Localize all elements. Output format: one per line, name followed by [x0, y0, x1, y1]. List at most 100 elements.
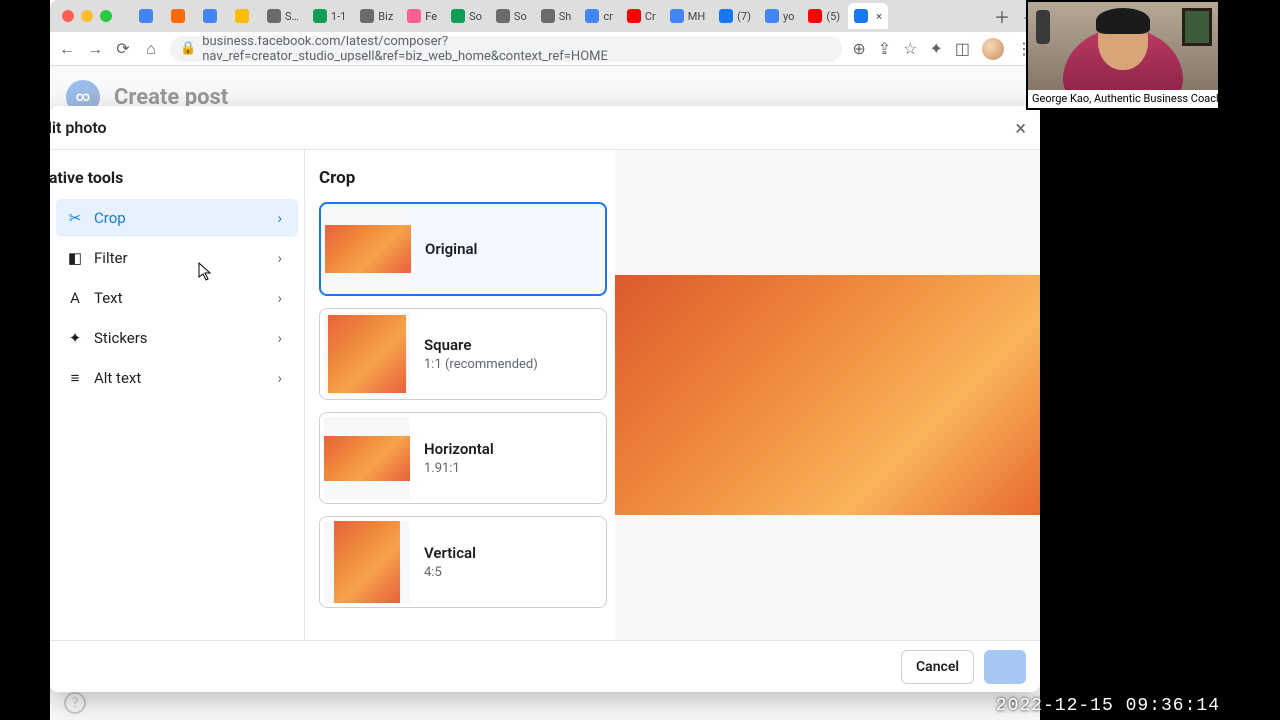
browser-tab[interactable]: [229, 3, 259, 29]
crop-option-name: Original: [425, 240, 477, 258]
tool-filter[interactable]: ◧Filter›: [56, 239, 298, 277]
crop-option-name: Square: [424, 336, 538, 354]
tool-text[interactable]: A Text ›: [56, 279, 298, 317]
tool-crop[interactable]: ✂ Crop ›: [56, 199, 298, 237]
tab-label: Sh: [559, 10, 572, 23]
tab-label: yo: [783, 10, 794, 23]
crop-option-ratio: 4:5: [424, 565, 476, 580]
filter-icon: ◧: [66, 249, 84, 267]
stickers-icon: ✦: [66, 329, 84, 347]
zoom-icon[interactable]: ⊕: [852, 39, 865, 58]
tool-label: Filter: [94, 249, 128, 267]
creative-tools-heading: Creative tools: [50, 168, 304, 197]
tab-label: (7): [737, 10, 751, 23]
favicon-icon: [407, 9, 421, 23]
new-tab-button[interactable]: ＋: [991, 4, 1013, 28]
nav-reload-button[interactable]: ⟳: [114, 40, 132, 58]
favicon-icon: [139, 9, 153, 23]
tool-stickers[interactable]: ✦Stickers›: [56, 319, 298, 357]
browser-tab[interactable]: [165, 3, 195, 29]
favicon-icon: [627, 9, 641, 23]
favicon-icon: [496, 9, 510, 23]
tab-label: 1-1: [331, 10, 346, 23]
window-minimize-dot[interactable]: [81, 10, 93, 22]
browser-tab[interactable]: (7): [713, 3, 757, 29]
favicon-icon: [670, 9, 684, 23]
crop-panel: Crop Original Square1:1 (recommended) Hori…: [305, 150, 1040, 640]
favicon-icon: [171, 9, 185, 23]
browser-tab[interactable]: Biz: [354, 3, 399, 29]
lock-icon: 🔒: [180, 41, 196, 56]
browser-tab[interactable]: Cr: [621, 3, 662, 29]
crop-title: Crop: [319, 168, 607, 188]
browser-tab[interactable]: So: [490, 3, 533, 29]
crop-option-horizontal[interactable]: Horizontal1.91:1: [319, 412, 607, 504]
browser-tab[interactable]: Fe: [401, 3, 443, 29]
tool-label: Text: [94, 289, 123, 307]
browser-tab[interactable]: Sh: [535, 3, 578, 29]
crop-option-square[interactable]: Square1:1 (recommended): [319, 308, 607, 400]
browser-window: S…1-1BizFeSoSoShcrCrMH(7)yo(5)× ＋ ⌄ ← → …: [50, 0, 1040, 720]
crop-preview: [615, 150, 1040, 640]
webcam-caption: George Kao, Authentic Business Coach: [1028, 90, 1218, 108]
browser-tab[interactable]: yo: [759, 3, 800, 29]
browser-tab[interactable]: 1-1: [307, 3, 352, 29]
favicon-icon: [808, 9, 822, 23]
favicon-icon: [360, 9, 374, 23]
modal-close-button[interactable]: ×: [1015, 116, 1026, 140]
nav-forward-button[interactable]: →: [86, 40, 104, 58]
tab-label: (5): [826, 10, 840, 23]
nav-home-button[interactable]: ⌂: [142, 40, 160, 58]
browser-tab[interactable]: So: [445, 3, 488, 29]
favicon-icon: [267, 9, 281, 23]
window-close-dot[interactable]: [62, 10, 74, 22]
crop-thumb: [325, 208, 411, 290]
fb-page: ∞ Create post ? Edit photo × Creative to…: [50, 66, 1040, 720]
crop-option-original[interactable]: Original: [319, 202, 607, 296]
preview-image[interactable]: [615, 275, 1040, 515]
tab-label: So: [469, 10, 482, 23]
creative-tools-sidebar: Creative tools ✂ Crop › ◧ Filter › A Text › ✦ Stic…: [50, 150, 305, 640]
thumbnail-image: [325, 225, 411, 273]
favicon-icon: [235, 9, 249, 23]
tab-label: MH: [688, 10, 705, 23]
window-zoom-dot[interactable]: [100, 10, 112, 22]
tool-alttext[interactable]: ≡ Alt text ›: [56, 359, 298, 397]
edit-photo-modal: Edit photo × Creative tools ✂ Crop › ◧ Filte…: [50, 106, 1040, 692]
browser-tab[interactable]: (5): [802, 3, 846, 29]
alttext-icon: ≡: [66, 369, 84, 387]
favicon-icon: [313, 9, 327, 23]
nav-back-button[interactable]: ←: [58, 40, 76, 58]
profile-avatar[interactable]: [982, 38, 1004, 60]
bookmark-icon[interactable]: ☆: [903, 39, 917, 58]
text-icon: A: [66, 289, 84, 307]
thumbnail-image: [324, 436, 410, 481]
wall-frame-icon: [1182, 8, 1212, 46]
crop-icon: ✂: [66, 209, 84, 227]
tab-close-icon[interactable]: ×: [876, 10, 882, 23]
browser-tab[interactable]: S…: [261, 3, 305, 29]
send-tab-icon[interactable]: ⇪: [878, 39, 891, 58]
browser-tab[interactable]: [133, 3, 163, 29]
browser-tab[interactable]: MH: [664, 3, 711, 29]
favicon-icon: [854, 9, 868, 23]
save-button[interactable]: [984, 650, 1026, 684]
tool-label: Crop: [94, 209, 126, 227]
browser-tab[interactable]: cr: [579, 3, 619, 29]
sidepanel-icon[interactable]: ◫: [955, 39, 970, 58]
crop-option-vertical[interactable]: Vertical4:5: [319, 516, 607, 608]
modal-header: Edit photo ×: [50, 106, 1040, 150]
chevron-right-icon: ›: [277, 209, 282, 227]
tool-label: Stickers: [94, 329, 148, 347]
crop-thumb: [324, 417, 410, 499]
chevron-right-icon: ›: [277, 369, 282, 387]
chevron-right-icon: ›: [277, 289, 282, 307]
tool-label: Alt text: [94, 369, 141, 387]
url-box[interactable]: 🔒 business.facebook.com/latest/composer?…: [170, 36, 842, 62]
cancel-button[interactable]: Cancel: [901, 650, 974, 684]
browser-tab[interactable]: ×: [848, 3, 888, 29]
browser-tab[interactable]: [197, 3, 227, 29]
crop-thumb: [324, 313, 410, 395]
extensions-icon[interactable]: ✦: [929, 39, 942, 58]
tab-label: Biz: [378, 10, 393, 23]
